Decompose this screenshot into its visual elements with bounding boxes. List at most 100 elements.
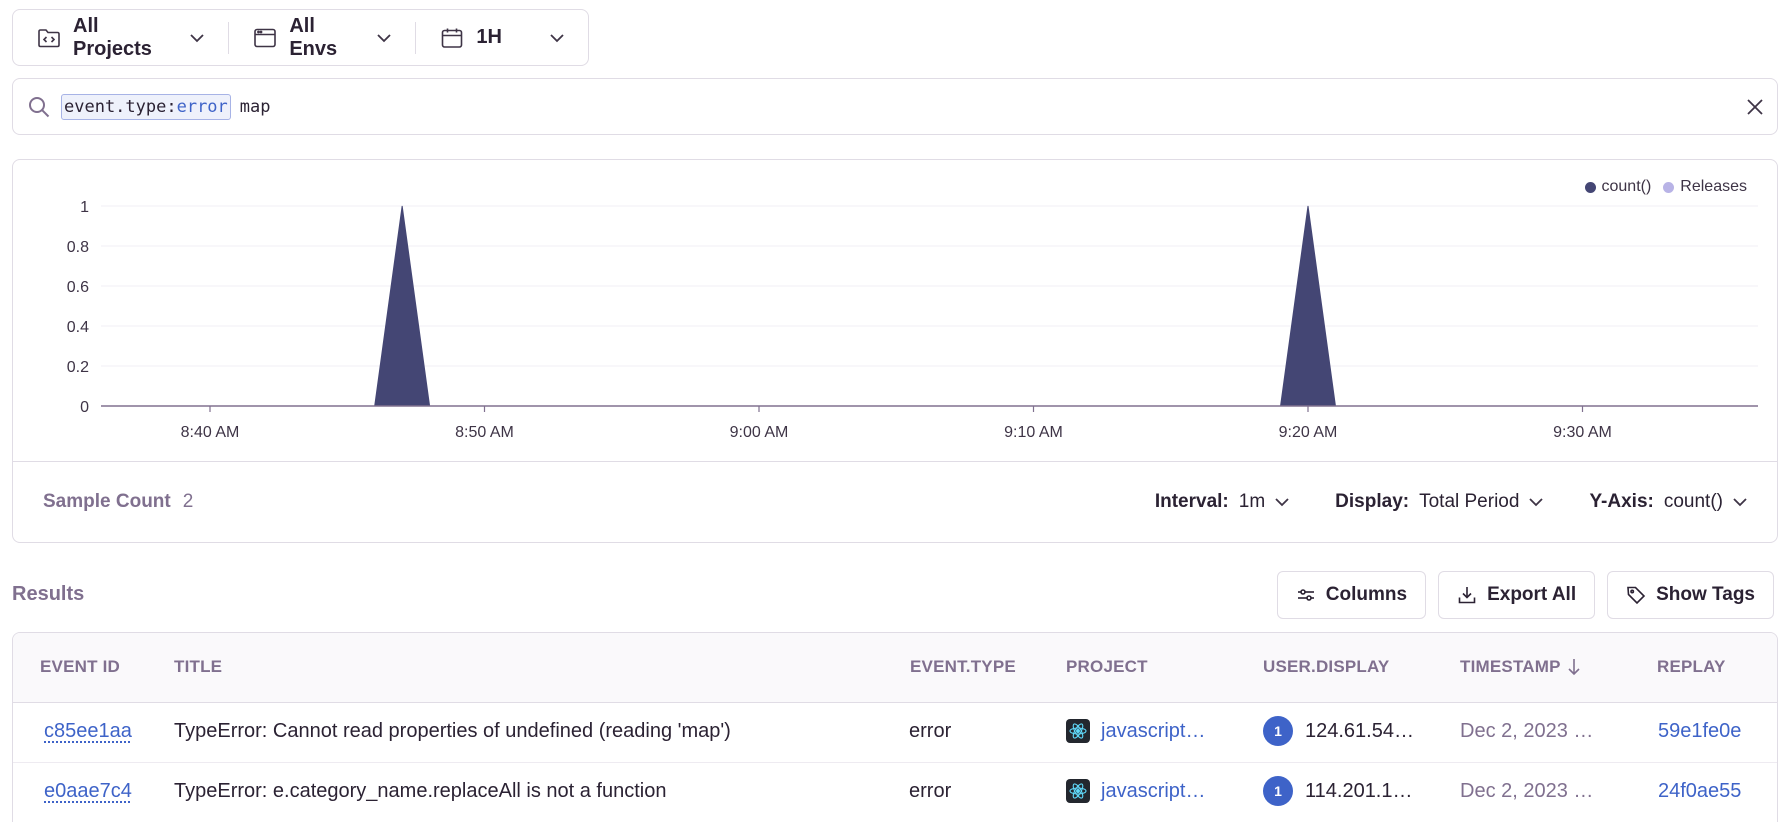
chevron-down-icon (377, 33, 392, 42)
legend-dot (1663, 181, 1675, 193)
area-peak (1279, 205, 1337, 407)
column-header-replay[interactable]: REPLAY (1657, 657, 1726, 677)
display-selector[interactable]: Display: Total Period (1335, 491, 1544, 513)
chevron-down-icon (1275, 498, 1289, 507)
chevron-down-icon (1529, 498, 1544, 507)
search-token[interactable]: event.type:error (61, 93, 231, 120)
display-label: Display: (1335, 491, 1410, 512)
event-type: error (909, 720, 952, 742)
time-range-label: 1H (476, 26, 502, 48)
chevron-down-icon (190, 33, 205, 42)
event-id-link[interactable]: e0aae7c4 (44, 780, 132, 803)
results-actions: Columns Export All Show Tags (1276, 571, 1774, 619)
timestamp: Dec 2, 2023 … (1460, 720, 1594, 742)
count-chart: 0 0.2 0.4 0.6 0.8 1 8:40 AM 8:50 AM 9:00 AM 9:10 … (67, 199, 1758, 441)
table-row: c85ee1aa TypeError: Cannot read properti… (13, 703, 1777, 763)
legend-label: count() (1601, 178, 1652, 195)
interval-value: 1m (1238, 491, 1266, 512)
x-tick-label: 9:20 AM (1279, 424, 1338, 441)
user-display: 124.61.54… (1305, 720, 1414, 742)
search-icon (29, 96, 50, 117)
page-filter-bar: All Projects All Envs 1H (12, 9, 589, 66)
legend-dot (1584, 181, 1596, 193)
search-token-value: error (176, 96, 228, 117)
table-header: EVENT ID TITLE EVENT.TYPE PROJECT USER.D… (13, 633, 1777, 703)
y-tick-label: 0 (80, 399, 89, 416)
project-selector-label: All Projects (73, 14, 152, 60)
x-tick-label: 9:10 AM (1004, 424, 1063, 441)
columns-button-label: Columns (1325, 584, 1408, 605)
show-tags-label: Show Tags (1656, 584, 1755, 605)
chart-footer: Sample Count 2 Interval: 1m Display: Tota… (13, 461, 1777, 542)
search-token-key: event.type: (64, 96, 177, 117)
y-tick-label: 1 (80, 199, 89, 216)
column-header-event-id[interactable]: EVENT ID (40, 657, 120, 677)
column-header-user-display[interactable]: USER.DISPLAY (1263, 657, 1389, 677)
timestamp: Dec 2, 2023 … (1460, 780, 1594, 802)
folder-code-icon (38, 28, 60, 47)
legend-item-releases[interactable]: Releases (1663, 178, 1747, 196)
project-link[interactable]: javascript… (1101, 720, 1205, 743)
replay-link[interactable]: 24f0ae55 (1658, 780, 1741, 803)
chevron-down-icon (1733, 498, 1747, 507)
interval-selector[interactable]: Interval: 1m (1155, 491, 1289, 513)
react-icon (1066, 779, 1090, 803)
chevron-down-icon (550, 33, 564, 42)
export-all-button[interactable]: Export All (1438, 571, 1596, 619)
show-tags-button[interactable]: Show Tags (1607, 571, 1774, 619)
event-id-link[interactable]: c85ee1aa (44, 720, 132, 743)
sample-count: Sample Count 2 (43, 491, 193, 513)
react-icon (1066, 719, 1090, 743)
project-link[interactable]: javascript… (1101, 780, 1205, 803)
export-all-label: Export All (1487, 584, 1577, 605)
event-title: TypeError: e.category_name.replaceAll is… (174, 780, 667, 802)
download-icon (1458, 587, 1476, 604)
x-tick-label: 8:40 AM (181, 424, 240, 441)
results-title: Results (12, 583, 85, 605)
sample-count-value: 2 (182, 491, 194, 512)
tag-icon (1627, 586, 1646, 605)
project-selector[interactable]: All Projects (13, 10, 228, 65)
results-table: EVENT ID TITLE EVENT.TYPE PROJECT USER.D… (12, 632, 1778, 822)
window-icon (254, 28, 277, 47)
user-display: 114.201.1… (1305, 780, 1413, 802)
close-icon[interactable] (1743, 95, 1767, 119)
sliders-icon (1297, 589, 1314, 601)
y-axis-selector[interactable]: Y-Axis: count() (1589, 491, 1747, 513)
x-tick-label: 9:00 AM (730, 424, 789, 441)
legend-label: Releases (1680, 178, 1747, 195)
timestamp-header-label: TIMESTAMP (1460, 657, 1561, 676)
x-tick-label: 9:30 AM (1553, 424, 1612, 441)
replay-link[interactable]: 59e1fe0e (1658, 720, 1741, 743)
arrow-down-icon (1568, 659, 1580, 676)
interval-label: Interval: (1154, 491, 1229, 512)
search-free-text[interactable]: map (240, 97, 271, 117)
search-bar[interactable]: event.type:error map (12, 78, 1778, 135)
y-axis-value: count() (1663, 491, 1723, 512)
calendar-icon (442, 28, 463, 48)
y-tick-label: 0.8 (67, 239, 89, 256)
chart-legend: count() Releases (1584, 178, 1747, 196)
event-type: error (909, 780, 952, 802)
column-header-project[interactable]: PROJECT (1066, 657, 1148, 677)
column-header-event-type[interactable]: EVENT.TYPE (910, 657, 1016, 677)
column-header-title[interactable]: TITLE (174, 657, 222, 677)
y-tick-label: 0.6 (67, 279, 89, 296)
columns-button[interactable]: Columns (1276, 571, 1427, 619)
x-tick-label: 8:50 AM (455, 424, 514, 441)
column-header-timestamp[interactable]: TIMESTAMP (1460, 657, 1581, 677)
time-range-selector[interactable]: 1H (416, 10, 588, 65)
environment-selector[interactable]: All Envs (229, 10, 415, 65)
y-tick-label: 0.2 (67, 359, 89, 376)
sample-count-label: Sample Count (43, 491, 171, 512)
y-tick-label: 0.4 (67, 319, 89, 336)
display-value: Total Period (1419, 491, 1520, 512)
avatar: 1 (1263, 716, 1293, 746)
legend-item-count[interactable]: count() (1584, 178, 1652, 196)
environment-selector-label: All Envs (289, 14, 338, 60)
avatar: 1 (1263, 776, 1293, 806)
event-title: TypeError: Cannot read properties of und… (174, 720, 731, 742)
table-row: e0aae7c4 TypeError: e.category_name.repl… (13, 763, 1777, 822)
area-peak (374, 205, 431, 407)
chart-panel: 0 0.2 0.4 0.6 0.8 1 8:40 AM 8:50 AM 9:00 AM 9:10 … (12, 159, 1778, 543)
